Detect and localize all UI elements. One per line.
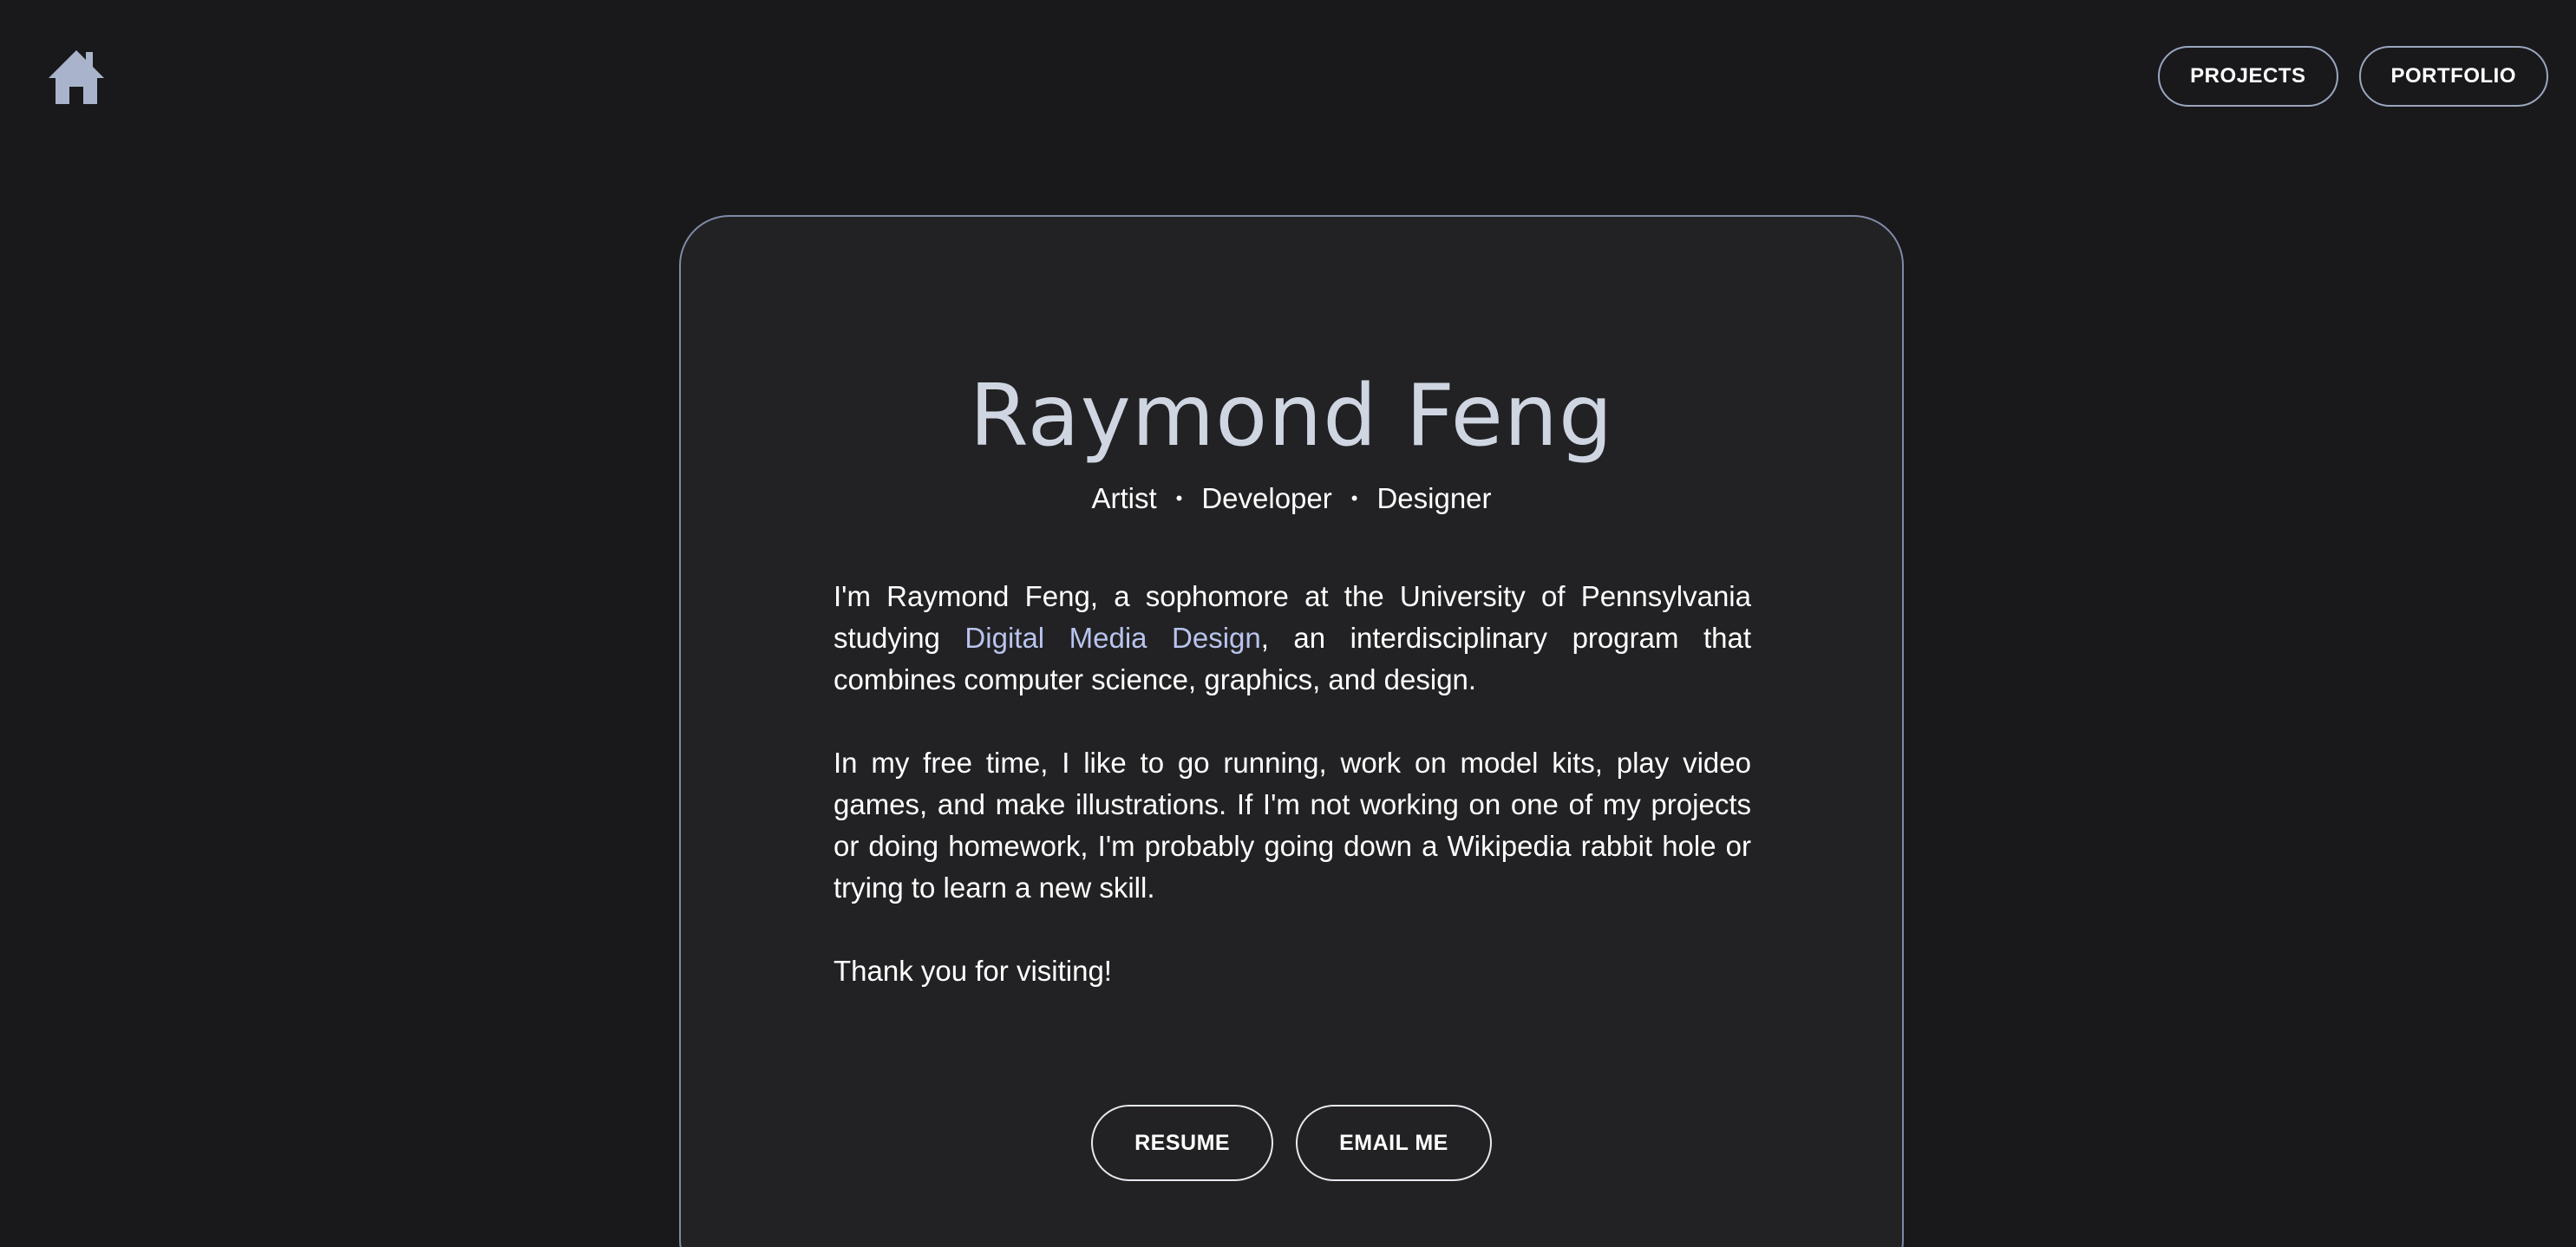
role-developer: Developer [1201,482,1332,514]
role-artist: Artist [1091,482,1157,514]
top-nav: PROJECTS PORTFOLIO [2158,46,2548,107]
role-separator: • [1350,487,1358,509]
role-designer: Designer [1376,482,1492,514]
email-me-button[interactable]: EMAIL ME [1296,1105,1492,1181]
home-link[interactable] [47,47,106,106]
bio-paragraph-3: Thank you for visiting! [834,955,1112,987]
portfolio-button[interactable]: PORTFOLIO [2358,46,2548,107]
page: PROJECTS PORTFOLIO Raymond Feng Artist •… [0,0,2576,1247]
profile-card: Raymond Feng Artist • Developer • Design… [679,215,1904,1247]
card-actions: RESUME EMAIL ME [681,1105,1902,1181]
role-separator: • [1175,487,1183,509]
profile-name: Raymond Feng [969,367,1614,466]
bio-paragraph-2: In my free time, I like to go running, w… [834,747,1751,904]
bio: I'm Raymond Feng, a sophomore at the Uni… [834,576,1751,1034]
bio-paragraph-1: I'm Raymond Feng, a sophomore at the Uni… [834,576,1751,701]
resume-button[interactable]: RESUME [1091,1105,1274,1181]
roles-line: Artist • Developer • Designer [681,482,1902,515]
projects-button[interactable]: PROJECTS [2158,46,2338,107]
digital-media-design-link[interactable]: Digital Media Design [964,622,1260,654]
home-icon [49,50,104,104]
